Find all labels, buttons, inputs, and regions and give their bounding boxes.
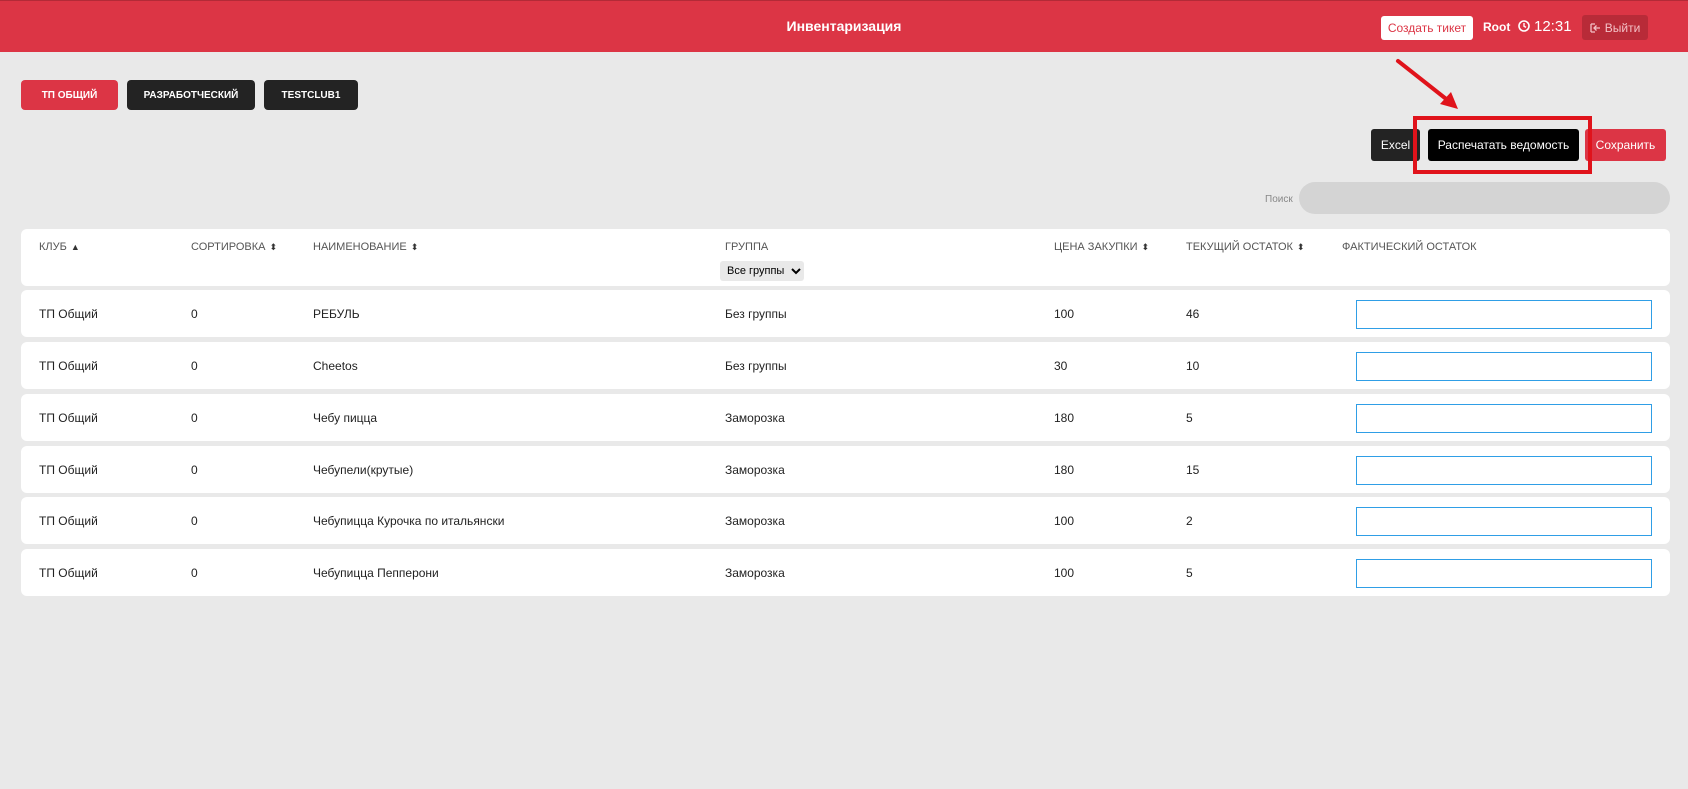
logout-label: Выйти [1604, 20, 1641, 35]
cell-price: 100 [1054, 513, 1075, 528]
cell-group: Заморозка [725, 462, 785, 477]
sort-icon: ⬍ [269, 241, 278, 252]
tab-developer[interactable]: РАЗРАБОТЧЕСКИЙ [127, 80, 255, 110]
cell-stock: 2 [1186, 513, 1193, 528]
cell-stock: 5 [1186, 565, 1193, 580]
col-actual-header: ФАКТИЧЕСКИЙ ОСТАТОК [1342, 241, 1477, 253]
tab-tp-general[interactable]: ТП ОБЩИЙ [21, 80, 118, 110]
table-row: ТП Общий 0 Чебупели(крутые) Заморозка 18… [21, 446, 1670, 493]
cell-name: Чебупицца Пепперони [313, 565, 439, 580]
cell-sort: 0 [191, 306, 198, 321]
col-price-label: ЦЕНА ЗАКУПКИ [1054, 241, 1138, 253]
create-ticket-button[interactable]: Создать тикет [1381, 16, 1473, 40]
cell-price: 100 [1054, 565, 1075, 580]
tab-testclub1[interactable]: TESTCLUB1 [264, 80, 358, 110]
sort-asc-icon: ▲ [70, 242, 80, 252]
cell-name: Чебупицца Курочка по итальянски [313, 513, 505, 528]
clock-time: 12:31 [1534, 18, 1572, 35]
cell-name: Чебу пицца [313, 410, 378, 425]
sort-icon: ⬍ [1141, 241, 1150, 252]
table-header: КЛУБ ▲ СОРТИРОВКА ⬍ НАИМЕНОВАНИЕ ⬍ ГРУПП… [21, 229, 1670, 286]
annotation-arrow-icon [1396, 59, 1458, 109]
cell-name: Cheetos [313, 358, 358, 373]
cell-group: Заморозка [725, 565, 785, 580]
col-stock-header[interactable]: ТЕКУЩИЙ ОСТАТОК ⬍ [1186, 241, 1304, 253]
table-row: ТП Общий 0 Cheetos Без группы 30 10 [21, 342, 1670, 389]
sort-icon: ⬍ [410, 241, 419, 252]
cell-stock: 15 [1186, 462, 1200, 477]
actual-stock-input[interactable] [1356, 300, 1652, 329]
col-sort-header[interactable]: СОРТИРОВКА ⬍ [191, 241, 277, 253]
table-row: ТП Общий 0 Чебу пицца Заморозка 180 5 [21, 394, 1670, 441]
col-stock-label: ТЕКУЩИЙ ОСТАТОК [1186, 241, 1293, 253]
col-group-header: ГРУППА [725, 241, 768, 253]
actual-stock-input[interactable] [1356, 404, 1652, 433]
cell-group: Заморозка [725, 513, 785, 528]
col-actual-label: ФАКТИЧЕСКИЙ ОСТАТОК [1342, 241, 1477, 253]
cell-name: Чебупели(крутые) [313, 462, 414, 477]
cell-club: ТП Общий [39, 513, 98, 528]
cell-group: Без группы [725, 358, 787, 373]
cell-group: Без группы [725, 306, 787, 321]
cell-sort: 0 [191, 358, 198, 373]
search-label: Поиск [1265, 194, 1293, 205]
group-filter-select[interactable]: Все группы [720, 261, 804, 281]
col-name-header[interactable]: НАИМЕНОВАНИЕ ⬍ [313, 241, 418, 253]
top-bar: Инвентаризация Создать тикет Root 12:31 … [0, 0, 1688, 52]
cell-sort: 0 [191, 410, 198, 425]
cell-club: ТП Общий [39, 306, 98, 321]
cell-price: 30 [1054, 358, 1068, 373]
table-row: ТП Общий 0 Чебупицца Пепперони Заморозка… [21, 549, 1670, 596]
cell-price: 180 [1054, 410, 1075, 425]
cell-sort: 0 [191, 462, 198, 477]
save-button[interactable]: Сохранить [1585, 129, 1666, 161]
cell-club: ТП Общий [39, 565, 98, 580]
print-sheet-button[interactable]: Распечатать ведомость [1428, 129, 1579, 161]
actual-stock-input[interactable] [1356, 559, 1652, 588]
col-sort-label: СОРТИРОВКА [191, 241, 266, 253]
cell-group: Заморозка [725, 410, 785, 425]
cell-club: ТП Общий [39, 462, 98, 477]
cell-stock: 10 [1186, 358, 1200, 373]
search-input[interactable] [1299, 182, 1670, 214]
logout-button[interactable]: Выйти [1582, 15, 1648, 40]
cell-sort: 0 [191, 513, 198, 528]
col-group-label: ГРУППА [725, 241, 769, 253]
cell-sort: 0 [191, 565, 198, 580]
table-row: ТП Общий 0 Чебупицца Курочка по итальянс… [21, 497, 1670, 544]
col-name-label: НАИМЕНОВАНИЕ [313, 241, 407, 253]
cell-club: ТП Общий [39, 410, 98, 425]
actual-stock-input[interactable] [1356, 456, 1652, 485]
table-row: ТП Общий 0 РЕБУЛЬ Без группы 100 46 [21, 290, 1670, 337]
cell-price: 180 [1054, 462, 1075, 477]
cell-club: ТП Общий [39, 358, 98, 373]
actual-stock-input[interactable] [1356, 352, 1652, 381]
cell-stock: 5 [1186, 410, 1193, 425]
user-name: Root [1483, 20, 1511, 34]
col-club-header[interactable]: КЛУБ ▲ [39, 241, 80, 253]
excel-button[interactable]: Excel [1371, 129, 1420, 161]
actual-stock-input[interactable] [1356, 507, 1652, 536]
col-price-header[interactable]: ЦЕНА ЗАКУПКИ ⬍ [1054, 241, 1149, 253]
cell-price: 100 [1054, 306, 1075, 321]
cell-name: РЕБУЛЬ [313, 306, 360, 321]
cell-stock: 46 [1186, 306, 1200, 321]
sort-icon: ⬍ [1296, 241, 1305, 252]
logout-icon [1590, 22, 1600, 33]
clock-icon [1518, 20, 1530, 32]
col-club-label: КЛУБ [39, 241, 67, 253]
